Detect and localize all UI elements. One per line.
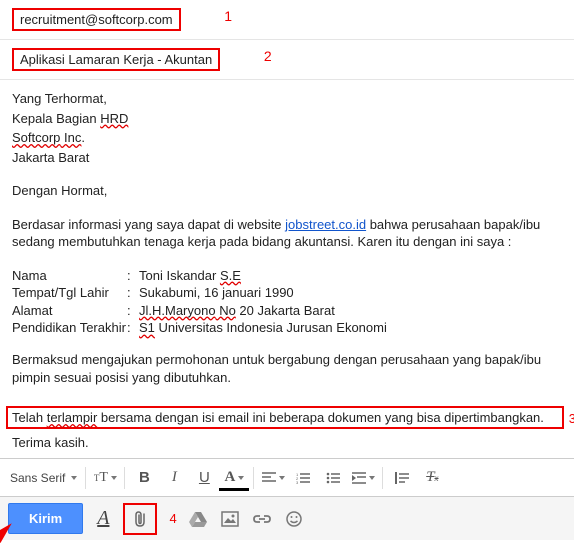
annotation-4: 4 — [169, 511, 176, 526]
to-row: recruitment@softcorp.com 1 — [0, 0, 574, 40]
closing: Terima kasih. — [12, 435, 562, 450]
to-highlight: recruitment@softcorp.com — [12, 8, 181, 31]
format-toolbar: Sans Serif TT B I U A 123 Tx — [0, 458, 574, 496]
greeting: Dengan Hormat, — [12, 182, 562, 200]
photo-icon[interactable] — [219, 508, 241, 530]
remove-format-button[interactable]: Tx — [417, 463, 447, 493]
quote-button[interactable] — [387, 463, 417, 493]
attach-icon[interactable] — [129, 508, 151, 530]
action-bar: Kirim A 4 — [0, 496, 574, 540]
font-size-button[interactable]: TT — [90, 463, 120, 493]
bio-dob-label: Tempat/Tgl Lahir — [12, 284, 127, 302]
bio-address-value: Jl.H.Maryono No 20 Jakarta Barat — [139, 302, 387, 320]
align-button[interactable] — [258, 463, 288, 493]
bio-name-label: Nama — [12, 267, 127, 285]
bio-dob-value: Sukabumi, 16 januari 1990 — [139, 284, 387, 302]
salutation-line2: Kepala Bagian HRD — [12, 110, 562, 128]
subject-row: Aplikasi Lamaran Kerja - Akuntan 2 — [0, 40, 574, 80]
emoji-icon[interactable] — [283, 508, 305, 530]
subject-field[interactable]: Aplikasi Lamaran Kerja - Akuntan — [20, 52, 212, 67]
toggle-format-button[interactable]: A — [93, 507, 113, 530]
bio-name-value: Toni Iskandar S.E — [139, 267, 387, 285]
svg-text:3: 3 — [296, 480, 299, 484]
bio-edu-value: S1 Universitas Indonesia Jurusan Ekonomi — [139, 319, 387, 337]
annotation-2: 2 — [264, 48, 272, 64]
bio-edu-label: Pendidikan Terakhir — [12, 319, 127, 337]
link-icon[interactable] — [251, 508, 273, 530]
subject-highlight: Aplikasi Lamaran Kerja - Akuntan — [12, 48, 220, 71]
italic-button[interactable]: I — [159, 463, 189, 493]
to-field[interactable]: recruitment@softcorp.com — [20, 12, 173, 27]
bold-button[interactable]: B — [129, 463, 159, 493]
drive-icon[interactable] — [187, 508, 209, 530]
annotation-1: 1 — [224, 8, 232, 24]
email-body[interactable]: Yang Terhormat, Kepala Bagian HRD Softco… — [0, 80, 574, 406]
font-family-select[interactable]: Sans Serif — [6, 463, 81, 493]
intro-paragraph: Berdasar informasi yang saya dapat di we… — [12, 216, 562, 251]
salutation-line3: Softcorp Inc. — [12, 129, 562, 147]
attachment-highlight: Telah terlampir bersama dengan isi email… — [6, 406, 564, 429]
bio-table: Nama : Toni Iskandar S.E Tempat/Tgl Lahi… — [12, 267, 387, 337]
bio-address-label: Alamat — [12, 302, 127, 320]
jobstreet-link[interactable]: jobstreet.co.id — [285, 217, 366, 232]
send-button[interactable]: Kirim — [8, 503, 83, 534]
text-color-button[interactable]: A — [219, 463, 249, 493]
salutation-line1: Yang Terhormat, — [12, 90, 562, 108]
bullet-list-button[interactable] — [318, 463, 348, 493]
annotation-3: 3 — [569, 411, 574, 426]
salutation-line4: Jakarta Barat — [12, 149, 562, 167]
numbered-list-button[interactable]: 123 — [288, 463, 318, 493]
indent-button[interactable] — [348, 463, 378, 493]
intent-paragraph: Bermaksud mengajukan permohonan untuk be… — [12, 351, 562, 386]
underline-button[interactable]: U — [189, 463, 219, 493]
